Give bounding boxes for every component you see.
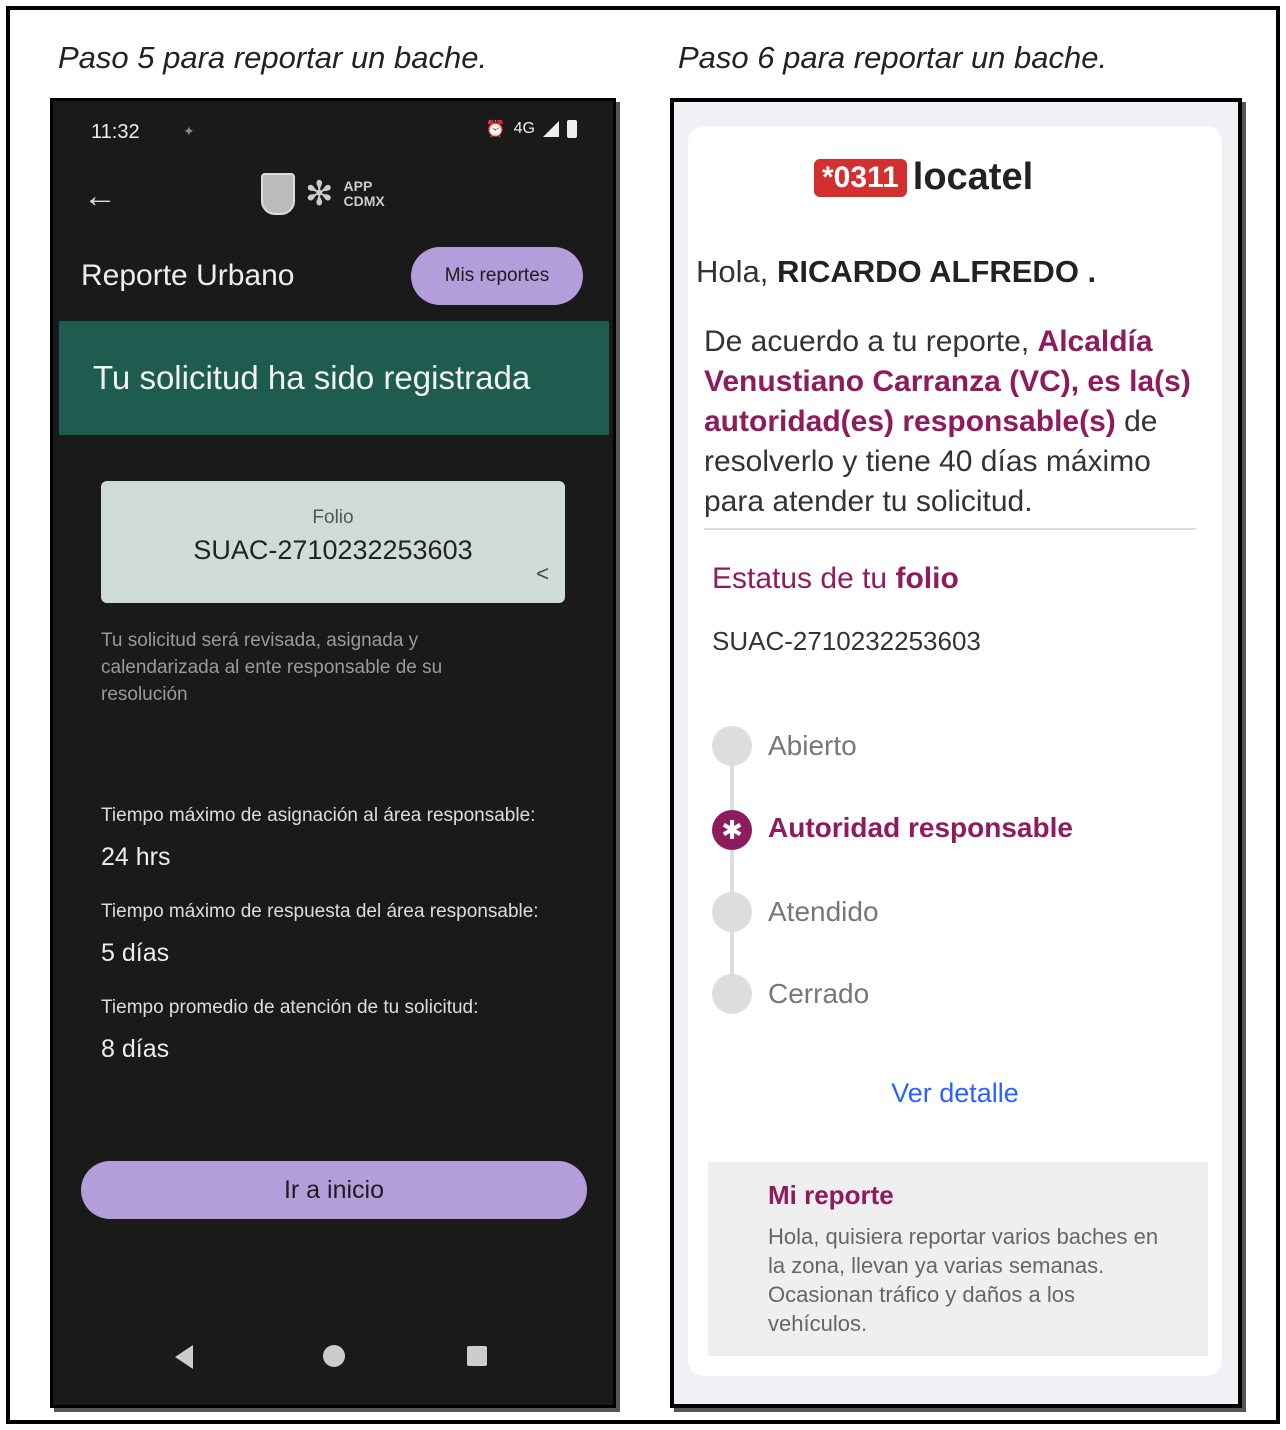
locatel-badge: *0311 [814,158,907,197]
metric-label-average: Tiempo promedio de atención de tu solici… [101,997,479,1018]
timeline-label-autoridad: Autoridad responsable [768,812,1073,843]
timeline-dot-atendido [712,892,752,932]
banner-text: Tu solicitud ha sido registrada [93,359,531,396]
nav-back-icon[interactable] [175,1345,193,1369]
status-icons: ⏰ 4G [486,119,577,139]
authority-paragraph: De acuerdo a tu reporte, Alcaldía Venust… [704,322,1204,522]
shield-icon [261,173,295,215]
folio-value: SUAC-2710232253603 [193,535,473,565]
network-label: 4G [513,120,535,137]
logo-text-line1: APP [343,178,373,194]
status-title-bold: folio [895,562,959,595]
nav-home-icon[interactable] [323,1345,345,1367]
folio-card: Folio SUAC-2710232253603 < [101,481,565,603]
system-nav-bar [53,1341,613,1381]
para-prefix: De acuerdo a tu reporte, [704,325,1038,358]
app-bar: ← ✻ APP CDMX [53,171,613,231]
mi-reporte-body: Hola, quisiera reportar varios baches en… [768,1224,1159,1336]
ir-a-inicio-button[interactable]: Ir a inicio [81,1161,587,1219]
battery-icon [567,120,577,138]
locatel-text: locatel [912,156,1034,198]
timeline-dot-autoridad-icon: ✱ [712,810,752,850]
email-card: *0311 locatel Hola, RICARDO ALFREDO . De… [688,126,1222,1376]
metric-label-response: Tiempo máximo de respuesta del área resp… [101,901,539,922]
folio-label: Folio [312,507,354,528]
email-screen: *0311 locatel Hola, RICARDO ALFREDO . De… [670,98,1242,1408]
logo-text: APP CDMX [344,179,385,209]
metric-value-average: 8 días [101,1035,170,1063]
share-icon[interactable]: < [536,561,549,587]
status-title-prefix: Estatus de tu [712,562,896,595]
success-banner: Tu solicitud ha sido registrada [59,321,609,435]
metric-label-assignment: Tiempo máximo de asignación al área resp… [101,805,536,826]
locatel-logo: *0311 locatel [814,156,1033,199]
timeline-label-abierto: Abierto [768,730,857,761]
title-row: Reporte Urbano Mis reportes [53,247,613,307]
mi-reporte-title: Mi reporte [768,1180,894,1210]
mi-reporte-box: Mi reporte Hola, quisiera reportar vario… [708,1162,1208,1356]
timeline-dot-abierto [712,726,752,766]
status-folio: SUAC-2710232253603 [712,626,981,656]
alarm-icon: ⏰ [485,121,506,138]
status-time: 11:32 [91,121,140,143]
notification-icon: ✦ [183,123,195,139]
page-title: Reporte Urbano [81,259,295,292]
timeline-label-atendido: Atendido [768,896,879,927]
metric-value-assignment: 24 hrs [101,843,171,871]
timeline-label-cerrado: Cerrado [768,978,870,1009]
cdmx-logo: ✻ APP CDMX [261,173,385,215]
app-screen: 11:32 ✦ ⏰ 4G ← ✻ APP CDMX Reporte Urbano… [50,98,616,1408]
greeting: Hola, RICARDO ALFREDO . [696,254,1096,290]
metric-value-response: 5 días [101,939,170,967]
logo-text-line2: CDMX [343,193,385,209]
ver-detalle-link[interactable]: Ver detalle [688,1078,1222,1109]
status-bar: 11:32 ✦ ⏰ 4G [53,101,613,161]
caption-step-6: Paso 6 para reportar un bache. [678,40,1108,75]
mis-reportes-button[interactable]: Mis reportes [411,247,583,305]
review-note: Tu solicitud será revisada, asignada y c… [101,630,443,705]
signal-icon [543,121,559,137]
caption-step-5: Paso 5 para reportar un bache. [58,40,488,75]
greeting-prefix: Hola, [696,254,777,289]
cdmx-mark-icon: ✻ [305,175,334,213]
timeline-dot-cerrado [712,974,752,1014]
greeting-name: RICARDO ALFREDO . [776,254,1097,289]
back-arrow-icon[interactable]: ← [83,177,117,216]
status-title: Estatus de tu folio [712,562,959,596]
nav-recent-icon[interactable] [467,1346,487,1366]
divider [704,528,1196,530]
